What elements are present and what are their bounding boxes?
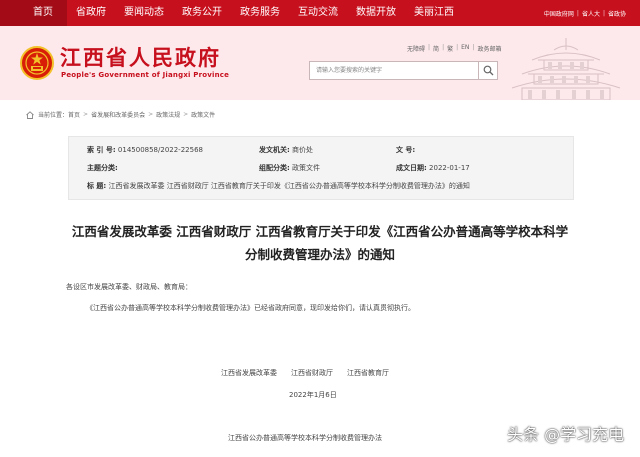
article-title: 江西省发展改革委 江西省财政厅 江西省教育厅关于印发《江西省公办普通高等学校本科… bbox=[66, 220, 574, 266]
divider: | bbox=[456, 44, 459, 51]
meta-issuer-value: 商价处 bbox=[292, 146, 314, 154]
issuer-finance-dept: 江西省财政厅 bbox=[291, 369, 333, 377]
breadcrumb-separator: > bbox=[183, 111, 189, 118]
search-box: 请输入您要搜索的关键字 bbox=[309, 61, 498, 80]
meta-topic: 主题分类: bbox=[87, 163, 118, 173]
meta-date-value: 2022-01-17 bbox=[429, 164, 470, 172]
breadcrumb-home[interactable]: 首页 bbox=[68, 110, 80, 119]
meta-issuer-label: 发文机关: bbox=[259, 146, 290, 154]
link-provincial-congress[interactable]: 省人大 bbox=[582, 9, 600, 18]
divider: | bbox=[576, 9, 579, 17]
nav-item-open-data[interactable]: 数据开放 bbox=[347, 0, 405, 26]
nav-item-gov-services[interactable]: 政务服务 bbox=[231, 0, 289, 26]
meta-genre-value: 政策文件 bbox=[292, 164, 321, 172]
meta-topic-label: 主题分类: bbox=[87, 164, 118, 172]
breadcrumb: 当前位置： 首页 > 省发展和改革委员会 > 政策法规 > 政策文件 bbox=[26, 110, 215, 119]
divider: | bbox=[602, 9, 605, 17]
site-subtitle: People's Government of Jiangxi Province bbox=[61, 71, 230, 79]
divider: | bbox=[472, 44, 475, 51]
top-right-links: 中国政府网 | 省人大 | 省政协 bbox=[544, 0, 626, 26]
article-addressee: 各设区市发展改革委、财政局、教育局： bbox=[66, 283, 192, 291]
site-title[interactable]: 江西省人民政府 bbox=[60, 42, 221, 72]
article-title-line-1: 江西省发展改革委 江西省财政厅 江西省教育厅关于印发《江西省公办普通高等学校本科… bbox=[71, 224, 569, 239]
pavilion-illustration bbox=[511, 38, 621, 100]
article-body-paragraph: 《江西省公办普通高等学校本科学分制收费管理办法》已经省政府同意，现印发给你们，请… bbox=[86, 304, 415, 312]
article-date: 2022年1月6日 bbox=[289, 391, 337, 399]
meta-index-label: 索 引 号: bbox=[87, 146, 116, 154]
meta-genre-label: 组配分类: bbox=[259, 164, 290, 172]
nav-item-beautiful-jiangxi[interactable]: 美丽江西 bbox=[405, 0, 463, 26]
meta-genre: 组配分类: 政策文件 bbox=[259, 163, 320, 173]
breadcrumb-policy-documents[interactable]: 政策文件 bbox=[191, 110, 215, 119]
link-accessibility[interactable]: 无障碍 bbox=[407, 44, 425, 53]
document-metadata: 索 引 号: 014500858/2022-22568 发文机关: 商价处 文 … bbox=[68, 136, 574, 200]
national-emblem-icon bbox=[20, 46, 54, 80]
nav-item-news[interactable]: 要闻动态 bbox=[115, 0, 173, 26]
attachment-title: 江西省公办普通高等学校本科学分制收费管理办法 bbox=[228, 434, 382, 442]
link-english[interactable]: EN bbox=[461, 44, 469, 53]
issuer-ndrc: 江西省发展改革委 bbox=[221, 369, 277, 377]
home-icon bbox=[26, 110, 34, 119]
breadcrumb-policy-regulations[interactable]: 政策法规 bbox=[156, 110, 180, 119]
issuer-education-dept: 江西省教育厅 bbox=[347, 369, 389, 377]
nav-item-home[interactable]: 首页 bbox=[0, 0, 67, 26]
divider: | bbox=[428, 44, 431, 51]
meta-title-value: 江西省发展改革委 江西省财政厅 江西省教育厅关于印发《江西省公办普通高等学校本科… bbox=[108, 182, 470, 190]
meta-title: 标 题: 江西省发展改革委 江西省财政厅 江西省教育厅关于印发《江西省公办普通高… bbox=[87, 181, 470, 191]
meta-date: 成文日期: 2022-01-17 bbox=[396, 163, 470, 173]
meta-issuer: 发文机关: 商价处 bbox=[259, 145, 313, 155]
breadcrumb-prefix: 当前位置： bbox=[38, 112, 69, 119]
breadcrumb-ndrc[interactable]: 省发展和改革委员会 bbox=[91, 110, 145, 119]
meta-docno-label: 文 号: bbox=[396, 146, 416, 154]
meta-index-value: 014500858/2022-22568 bbox=[117, 146, 203, 154]
article-title-line-2: 分制收费管理办法》的通知 bbox=[244, 247, 395, 262]
nav-item-interaction[interactable]: 互动交流 bbox=[289, 0, 347, 26]
meta-index: 索 引 号: 014500858/2022-22568 bbox=[87, 145, 203, 155]
search-input[interactable]: 请输入您要搜索的关键字 bbox=[309, 61, 479, 80]
nav-item-gov-affairs-open[interactable]: 政务公开 bbox=[173, 0, 231, 26]
site-header: 江西省人民政府 People's Government of Jiangxi P… bbox=[0, 26, 640, 100]
divider: | bbox=[442, 44, 445, 51]
top-nav-bar: 首页 省政府 要闻动态 政务公开 政务服务 互动交流 数据开放 美丽江西 中国政… bbox=[0, 0, 640, 26]
meta-date-label: 成文日期: bbox=[396, 164, 427, 172]
nav-item-provincial-gov[interactable]: 省政府 bbox=[67, 0, 115, 26]
article-issuers: 江西省发展改革委 江西省财政厅 江西省教育厅 bbox=[221, 368, 403, 378]
breadcrumb-separator: > bbox=[83, 111, 89, 118]
link-provincial-cppcc[interactable]: 省政协 bbox=[608, 9, 626, 18]
toutiao-watermark: 头条 @学习充电 bbox=[507, 425, 625, 444]
header-utility-links: 无障碍 | 简 | 繁 | EN | 政务邮箱 bbox=[407, 44, 501, 53]
breadcrumb-separator: > bbox=[148, 111, 154, 118]
meta-title-label: 标 题: bbox=[87, 182, 107, 190]
link-china-gov[interactable]: 中国政府网 bbox=[544, 9, 574, 18]
meta-docno: 文 号: bbox=[396, 145, 415, 155]
